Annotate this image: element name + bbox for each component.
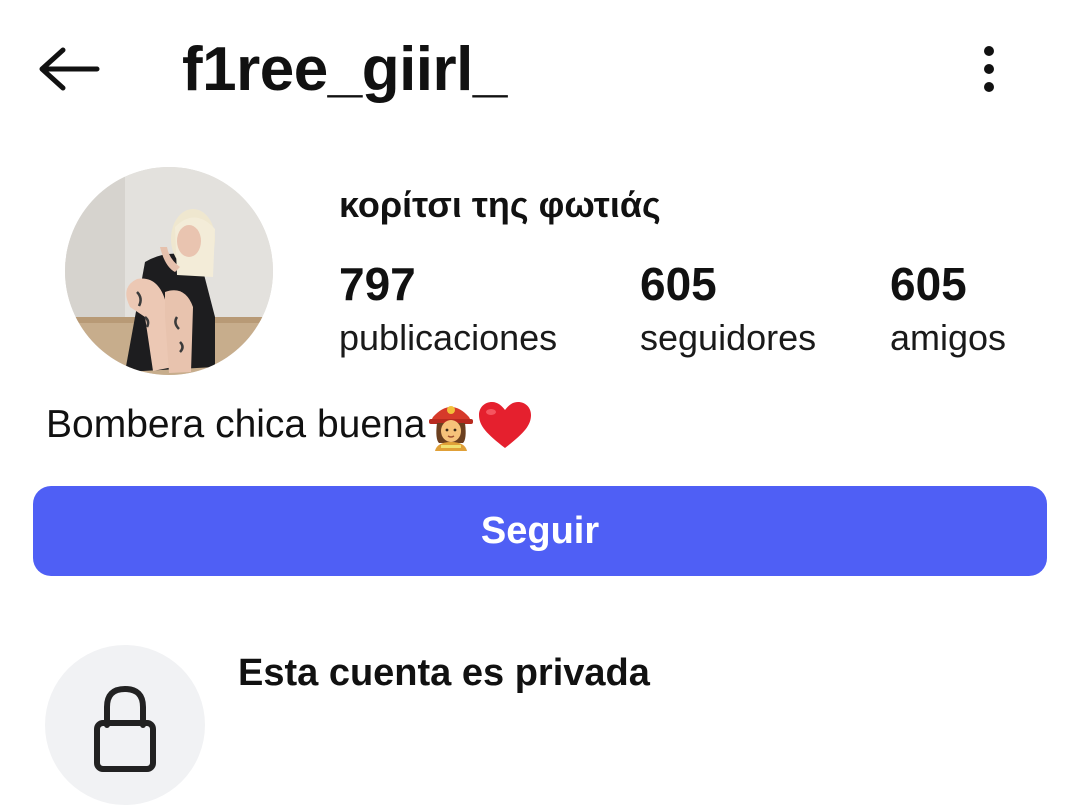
bio-text: Bombera chica buena	[46, 403, 426, 446]
stat-friends[interactable]: 605 amigos	[890, 256, 1006, 364]
profile-username: f1ree_giirl_	[182, 35, 507, 104]
red-heart-icon	[479, 402, 532, 448]
arrow-left-icon	[39, 47, 100, 91]
profile-avatar[interactable]	[65, 167, 273, 375]
firefighter-woman-icon	[429, 406, 474, 451]
stat-followers-label: seguidores	[640, 317, 817, 358]
stat-posts-label: publicaciones	[339, 317, 558, 358]
stat-posts[interactable]: 797 publicaciones	[339, 256, 557, 364]
stat-posts-count: 797	[339, 258, 416, 310]
follow-button[interactable]: Seguir	[33, 486, 1047, 576]
stat-friends-count: 605	[890, 258, 967, 310]
profile-bio: Bombera chica buena	[46, 396, 533, 454]
stat-followers[interactable]: 605 seguidores	[640, 256, 816, 364]
stat-followers-count: 605	[640, 258, 717, 310]
avatar-photo	[65, 167, 273, 375]
stat-friends-label: amigos	[890, 317, 1007, 358]
profile-display-name: κορίτσι της φωτιάς	[339, 184, 661, 225]
more-options-button[interactable]	[960, 38, 1018, 100]
private-account-title: Esta cuenta es privada	[238, 652, 650, 694]
lock-icon	[94, 685, 156, 772]
back-button[interactable]	[30, 38, 106, 100]
more-vertical-icon	[984, 46, 994, 92]
lock-badge	[45, 645, 205, 805]
